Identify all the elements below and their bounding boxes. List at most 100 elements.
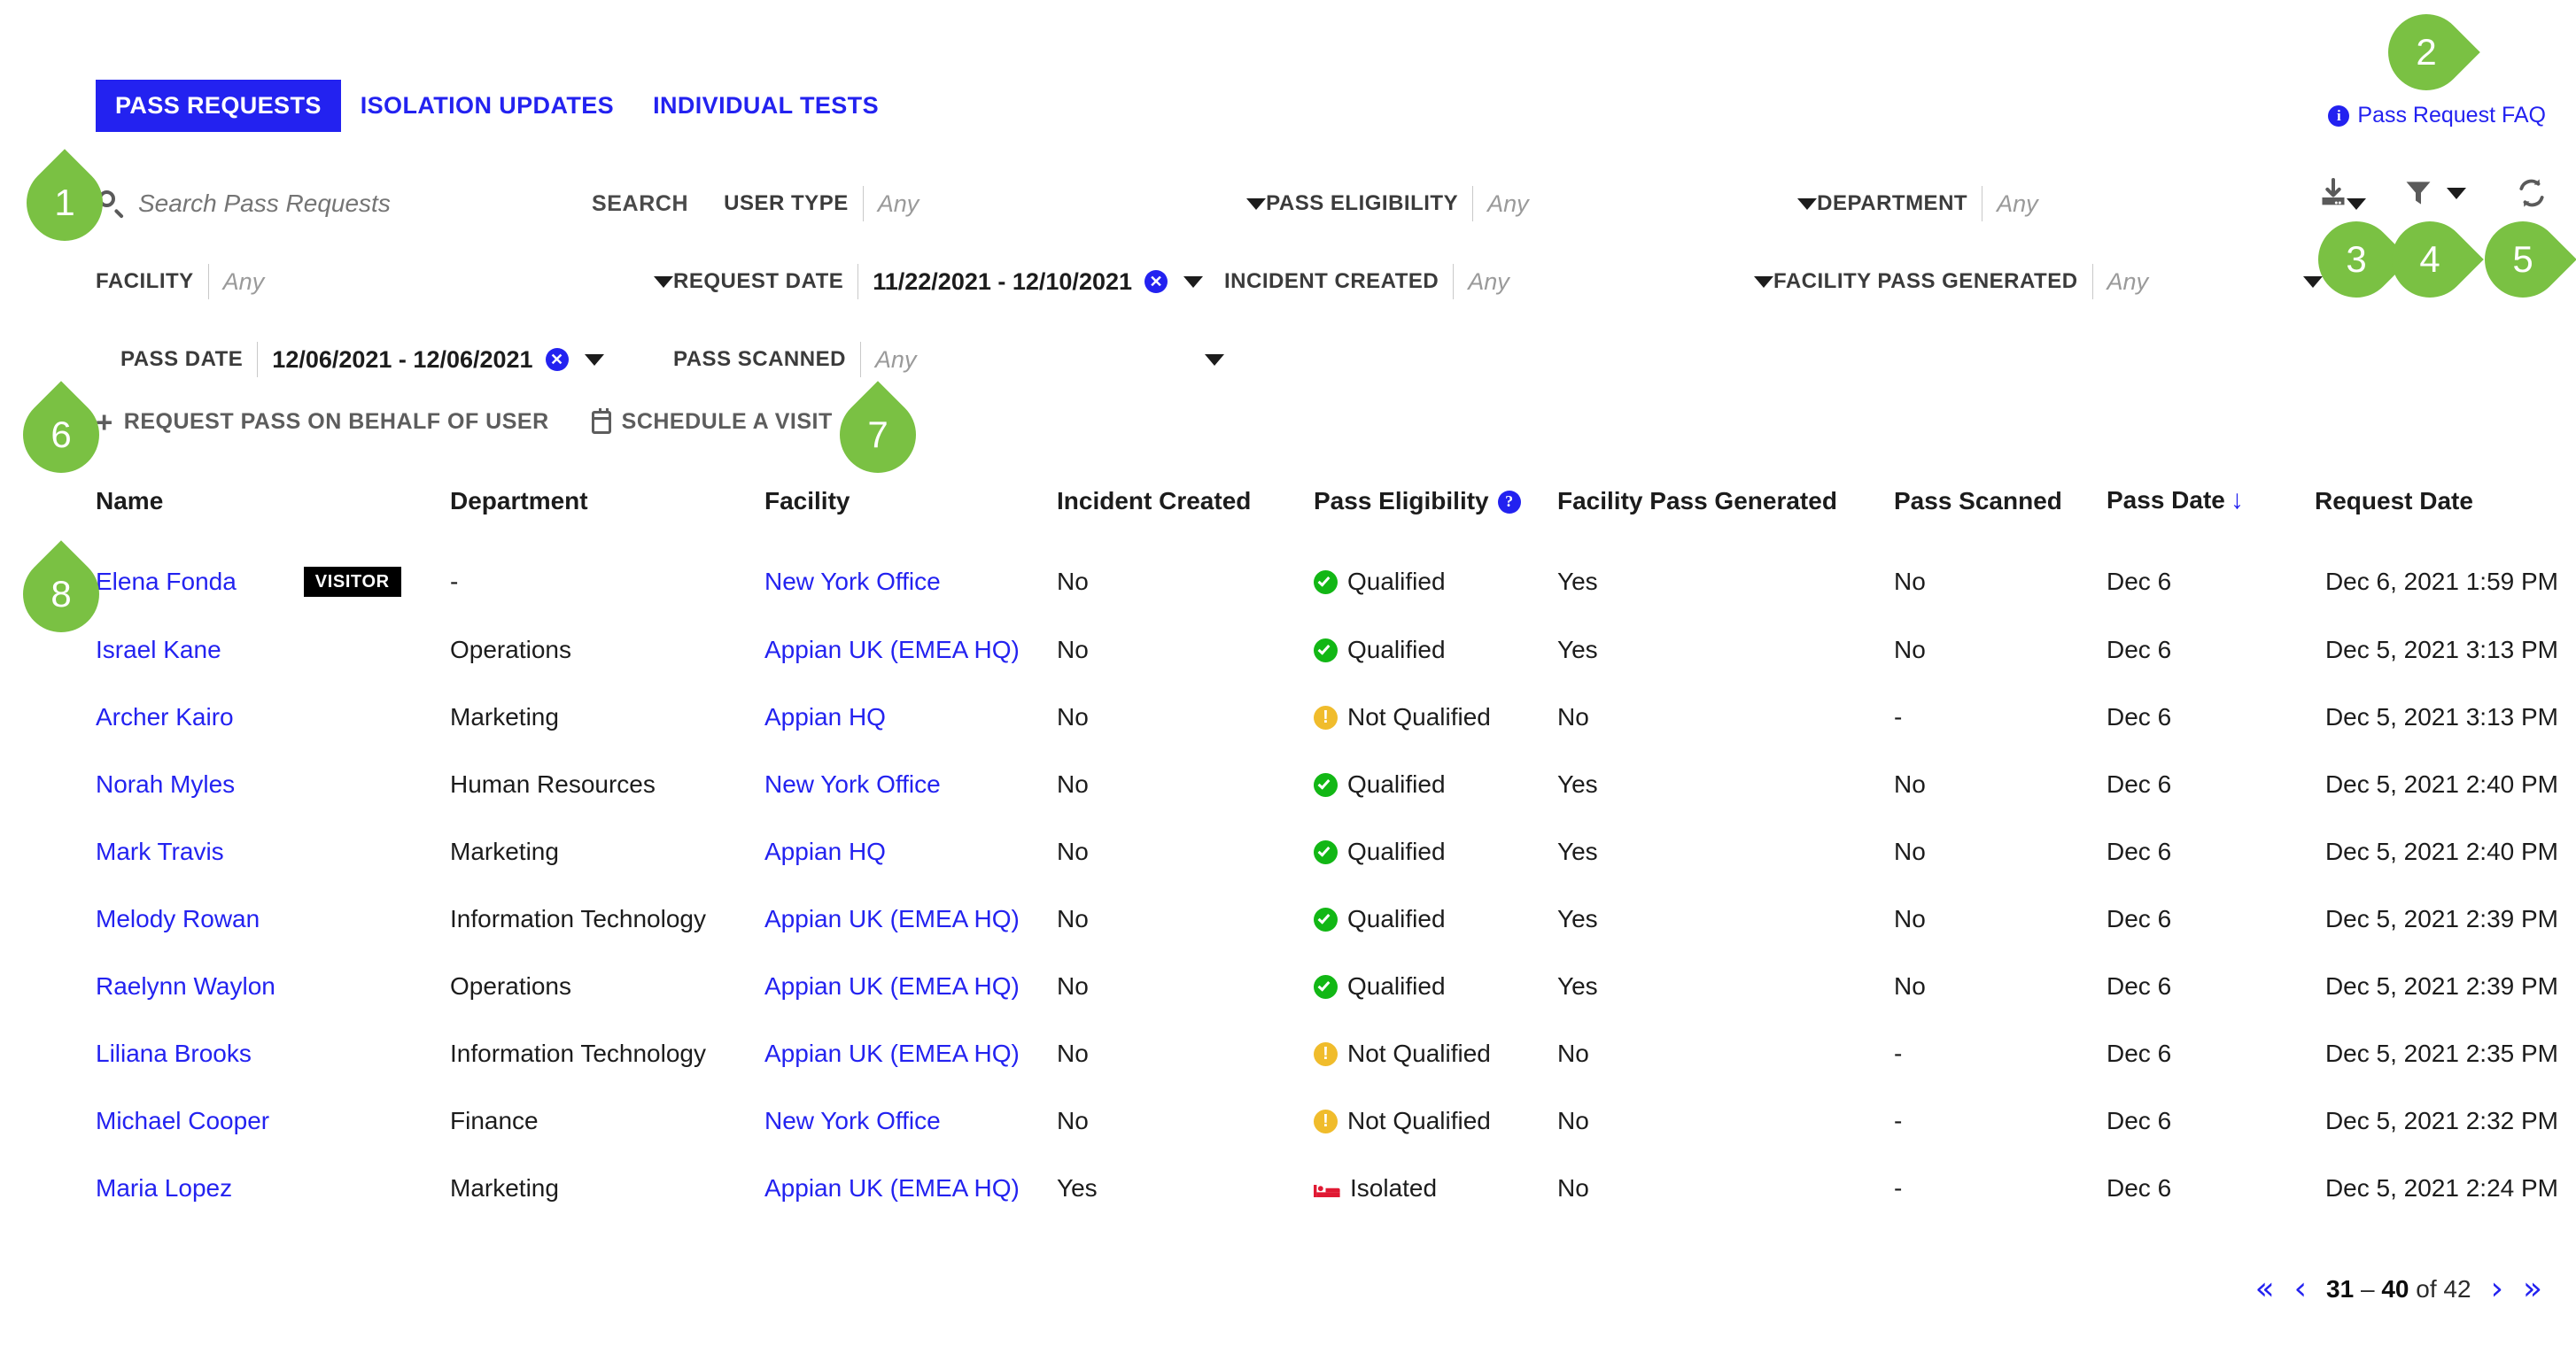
of-label: of [2416,1275,2437,1303]
user-name-link[interactable]: Mark Travis [96,838,224,865]
user-name-link[interactable]: Maria Lopez [96,1174,232,1202]
facility-link[interactable]: New York Office [764,1107,941,1134]
column-header-incident-created[interactable]: Incident Created [1057,485,1314,547]
column-header-facility[interactable]: Facility [764,485,1057,547]
sort-descending-icon[interactable]: ↓ [2231,485,2244,514]
filter-department[interactable]: DEPARTMENT Any [1817,186,2367,221]
chevron-down-icon[interactable] [1183,275,1204,288]
divider [2091,264,2093,299]
column-header-department[interactable]: Department [450,485,764,547]
filter-label: PASS SCANNED [673,347,846,371]
user-name-link[interactable]: Liliana Brooks [96,1040,252,1067]
filter-user-type[interactable]: USER TYPE Any [724,186,1267,221]
tab-isolation-updates[interactable]: ISOLATION UPDATES [341,80,633,132]
callout-number: 8 [50,573,72,615]
user-name-link[interactable]: Michael Cooper [96,1107,269,1134]
table-row[interactable]: Archer Kairo Marketing Appian HQ No ! No… [96,684,2558,751]
user-name-link[interactable]: Elena Fonda [96,568,237,596]
cell-department: Finance [450,1107,539,1134]
facility-link[interactable]: Appian UK (EMEA HQ) [764,905,1020,932]
schedule-a-visit-button[interactable]: SCHEDULE A VISIT [591,407,833,435]
facility-link[interactable]: Appian UK (EMEA HQ) [764,972,1020,1000]
table-row[interactable]: Raelynn Waylon Operations Appian UK (EME… [96,953,2558,1020]
filter-menu-button[interactable] [2399,174,2466,213]
chevron-down-icon[interactable] [1797,197,1818,210]
search-box [96,189,592,219]
facility-link[interactable]: New York Office [764,770,941,798]
table-row[interactable]: Mark Travis Marketing Appian HQ No Quali… [96,818,2558,886]
facility-link[interactable]: Appian UK (EMEA HQ) [764,1174,1020,1202]
user-name-link[interactable]: Norah Myles [96,770,235,798]
chevron-down-icon[interactable] [1205,353,1224,366]
eligibility-label: Isolated [1350,1174,1438,1202]
filter-pass-eligibility[interactable]: PASS ELIGIBILITY Any [1266,186,1818,221]
column-header-request-date[interactable]: Request Date [2315,485,2558,547]
column-header-name[interactable]: Name [96,485,450,547]
previous-page-icon[interactable]: ‹ [2294,1273,2307,1305]
next-page-icon[interactable]: › [2491,1273,2503,1305]
download-icon[interactable] [2314,174,2353,213]
cell-pass-date: Dec 6 [2107,1040,2172,1067]
column-header-pass-scanned[interactable]: Pass Scanned [1894,485,2107,547]
last-page-icon[interactable]: » [2523,1273,2542,1305]
filter-pass-scanned[interactable]: PASS SCANNED Any [673,342,1224,377]
filter-incident-created[interactable]: INCIDENT CREATED Any [1224,264,1773,299]
user-name-link[interactable]: Israel Kane [96,636,221,663]
table-row[interactable]: Israel Kane Operations Appian UK (EMEA H… [96,616,2558,684]
request-pass-on-behalf-button[interactable]: + REQUEST PASS ON BEHALF OF USER [96,407,549,437]
table-row[interactable]: Michael Cooper Finance New York Office N… [96,1087,2558,1155]
cell-pass-eligibility: Qualified [1314,616,1557,684]
user-name-link[interactable]: Melody Rowan [96,905,260,932]
check-circle-icon [1314,974,1338,999]
callout-number: 7 [867,414,888,455]
chevron-down-icon[interactable] [584,353,604,366]
filter-label: USER TYPE [724,191,849,215]
chevron-down-icon[interactable] [1246,197,1267,210]
tab-individual-tests[interactable]: INDIVIDUAL TESTS [633,80,898,132]
filter-facility[interactable]: FACILITY Any [96,264,673,299]
user-name-link[interactable]: Raelynn Waylon [96,972,275,1000]
eligibility-status: ! Not Qualified [1314,1040,1557,1068]
cell-name: Archer Kairo [96,684,450,751]
chevron-down-icon[interactable] [1754,275,1773,288]
cell-facility-pass-generated: Yes [1557,770,1598,798]
facility-link[interactable]: Appian HQ [764,838,886,865]
table-row[interactable]: Melody Rowan Information Technology Appi… [96,886,2558,953]
facility-link[interactable]: Appian UK (EMEA HQ) [764,1040,1020,1067]
eligibility-status: Qualified [1314,838,1557,866]
filter-request-date[interactable]: REQUEST DATE 11/22/2021 - 12/10/2021 ✕ [673,264,1224,299]
column-header-pass-eligibility[interactable]: Pass Eligibility? [1314,485,1557,547]
column-header-pass-date[interactable]: Pass Date ↓ [2107,485,2315,547]
table-row[interactable]: Liliana Brooks Information Technology Ap… [96,1020,2558,1087]
table-row[interactable]: Norah Myles Human Resources New York Off… [96,751,2558,818]
facility-link[interactable]: Appian HQ [764,703,886,731]
first-page-icon[interactable]: « [2255,1273,2275,1305]
column-header-facility-pass-generated[interactable]: Facility Pass Generated [1557,485,1894,547]
cell-pass-eligibility: Isolated [1314,1155,1557,1222]
divider [862,186,864,221]
filter-facility-pass-generated[interactable]: FACILITY PASS GENERATED Any [1773,264,2323,299]
cell-request-date: Dec 5, 2021 2:32 PM [2324,1107,2558,1134]
clear-filter-icon[interactable]: ✕ [545,348,569,371]
pagination-range: 31 – 40 of 42 [2326,1275,2471,1303]
pass-request-faq-link[interactable]: i Pass Request FAQ [2328,103,2546,128]
refresh-icon[interactable] [2512,174,2551,213]
filter-pass-date[interactable]: PASS DATE 12/06/2021 - 12/06/2021 ✕ [120,342,673,377]
filter-icon[interactable] [2399,174,2438,213]
search-input[interactable] [138,190,555,218]
table-row[interactable]: Maria Lopez Marketing Appian UK (EMEA HQ… [96,1155,2558,1222]
cell-pass-eligibility: Qualified [1314,547,1557,616]
help-icon[interactable]: ? [1497,490,1521,514]
cell-pass-scanned: No [1894,905,1926,932]
user-name-link[interactable]: Archer Kairo [96,703,234,731]
chevron-down-icon[interactable] [654,275,673,288]
chevron-down-icon[interactable] [2447,187,2466,199]
facility-link[interactable]: New York Office [764,568,941,595]
facility-link[interactable]: Appian UK (EMEA HQ) [764,636,1020,663]
search-button[interactable]: SEARCH [592,191,688,217]
cell-department: - [450,568,459,595]
clear-filter-icon[interactable]: ✕ [1144,270,1168,293]
tab-pass-requests[interactable]: PASS REQUESTS [96,80,341,132]
cell-name: Melody Rowan [96,886,450,953]
table-row[interactable]: Elena Fonda VISITOR - New York Office No… [96,547,2558,616]
